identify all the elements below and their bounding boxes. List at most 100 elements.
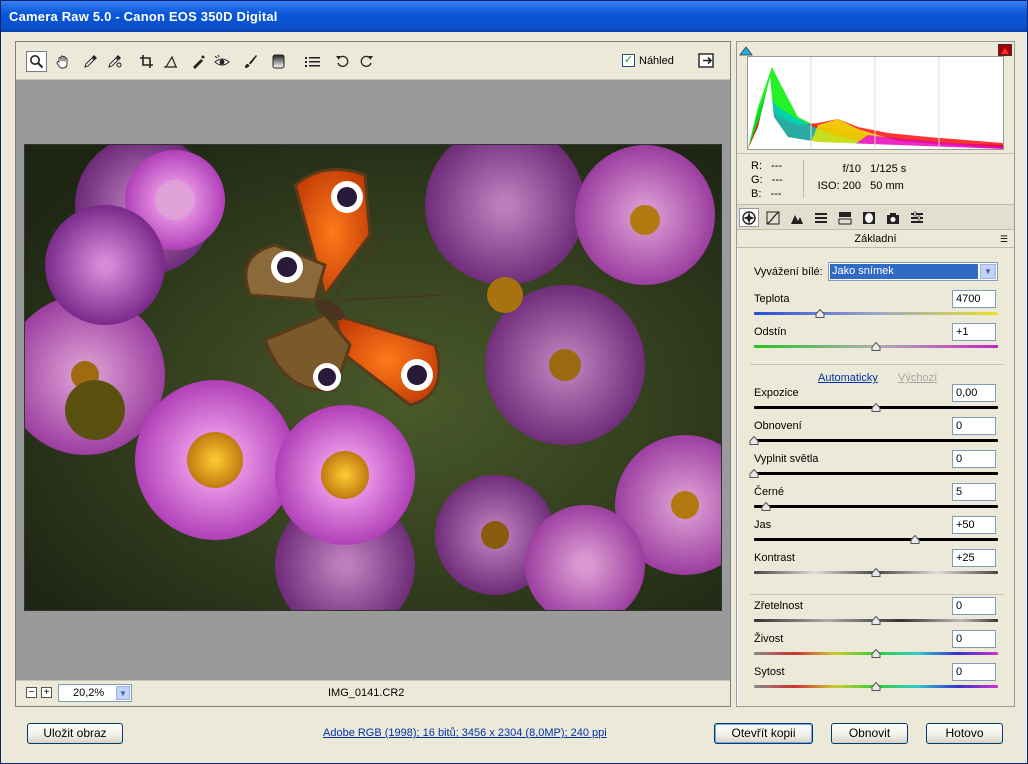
iso: ISO: 200 [817,180,861,192]
temp-label: Teplota [754,293,790,305]
zoom-level-value: 20,2% [73,687,105,699]
clarity-slider-thumb[interactable] [871,616,881,625]
tab-lens-corrections-icon[interactable] [859,208,879,227]
white-balance-value: Jako snímek [830,264,978,279]
exif-info: f/10 1/125 s ISO: 200 50 mm [817,161,907,195]
histogram-graph [747,56,1004,150]
camera-raw-window: Camera Raw 5.0 - Canon EOS 350D Digital [0,0,1028,764]
recovery-slider-thumb[interactable] [749,436,759,445]
g-readout: G: --- [751,174,783,186]
default-link: Výchozí [898,372,938,384]
save-image-button[interactable]: Uložit obraz [27,723,123,744]
tab-hsl-icon[interactable] [811,208,831,227]
zoom-out-button[interactable]: − [26,687,37,698]
window-title-bar: Camera Raw 5.0 - Canon EOS 350D Digital [1,1,1027,32]
preview-label: Náhled [639,54,674,67]
clarity-value-field[interactable]: 0 [952,597,996,615]
workflow-options-link[interactable]: Adobe RGB (1998); 16 bitů; 3456 x 2304 (… [323,727,607,739]
contrast-value-field[interactable]: +25 [952,549,996,567]
preview-toggle[interactable]: ✓ Náhled [622,54,674,67]
auto-link[interactable]: Automaticky [818,372,878,384]
crop-icon[interactable] [136,51,157,72]
brightness-label: Jas [754,519,772,531]
section-title-text: Základní [854,233,897,245]
shadow-clipping-icon[interactable] [739,44,753,56]
red-eye-icon[interactable] [212,51,233,72]
straighten-icon[interactable] [160,51,181,72]
blacks-slider[interactable] [754,505,998,508]
clarity-label: Zřetelnost [754,600,803,612]
reset-button[interactable]: Obnovit [831,723,908,744]
open-copy-button[interactable]: Otevřít kopii [714,723,813,744]
window-title: Camera Raw 5.0 - Canon EOS 350D Digital [9,9,278,24]
vibrance-label: Živost [754,633,784,645]
panel-tabs [737,204,1014,230]
vibrance-slider-thumb[interactable] [871,649,881,658]
tab-split-toning-icon[interactable] [835,208,855,227]
chevron-down-icon[interactable]: ▼ [116,686,130,700]
saturation-label: Sytost [754,666,785,678]
contrast-label: Kontrast [754,552,795,564]
zoom-icon[interactable] [26,51,47,72]
panel-menu-icon[interactable]: ☰ [1000,230,1008,248]
spot-removal-icon[interactable] [188,51,209,72]
fill-label: Vyplnit světla [754,453,819,465]
tab-basic-icon[interactable] [739,208,759,227]
tab-tone-curve-icon[interactable] [763,208,783,227]
full-screen-icon[interactable] [696,50,717,71]
saturation-slider-thumb[interactable] [871,682,881,691]
tab-detail-icon[interactable] [787,208,807,227]
adjustments-panel: R: --- G: --- B: --- f/10 1/125 s ISO: 2… [736,41,1015,707]
exposure-slider-thumb[interactable] [871,403,881,412]
blacks-label: Černé [754,486,784,498]
contrast-slider-thumb[interactable] [871,568,881,577]
exposure-value-field[interactable]: 0,00 [952,384,996,402]
rotate-left-icon[interactable] [332,51,353,72]
brightness-value-field[interactable]: +50 [952,516,996,534]
tint-label: Odstín [754,326,787,338]
blacks-value-field[interactable]: 5 [952,483,996,501]
preferences-icon[interactable] [302,51,323,72]
recovery-slider[interactable] [754,439,998,442]
chevron-down-icon[interactable]: ▼ [980,264,996,279]
tint-slider-thumb[interactable] [871,342,881,351]
fill-slider[interactable] [754,472,998,475]
recovery-label: Obnovení [754,420,802,432]
brightness-slider-thumb[interactable] [910,535,920,544]
done-button[interactable]: Hotovo [926,723,1003,744]
preview-checkbox[interactable]: ✓ [622,54,635,67]
footer-bar: Uložit obraz Adobe RGB (1998); 16 bitů; … [1,707,1027,763]
fill-value-field[interactable]: 0 [952,450,996,468]
vibrance-value-field[interactable]: 0 [952,630,996,648]
temp-slider-thumb[interactable] [815,309,825,318]
color-sampler-icon[interactable] [104,51,125,72]
hand-icon[interactable] [52,51,73,72]
butterfly-photo [25,145,721,610]
histogram [737,42,1014,154]
tint-value-field[interactable]: +1 [952,323,996,341]
rotate-right-icon[interactable] [356,51,377,72]
blacks-slider-thumb[interactable] [761,502,771,511]
tab-presets-icon[interactable] [907,208,927,227]
adjustment-brush-icon[interactable] [240,51,261,72]
graduated-filter-icon[interactable] [268,51,289,72]
aperture: f/10 [842,163,861,175]
brightness-slider[interactable] [754,538,998,541]
zoom-level-select[interactable]: 20,2% ▼ [58,684,132,702]
fill-slider-thumb[interactable] [749,469,759,478]
recovery-value-field[interactable]: 0 [952,417,996,435]
tab-camera-calibration-icon[interactable] [883,208,903,227]
white-balance-select[interactable]: Jako snímek ▼ [828,262,998,281]
saturation-value-field[interactable]: 0 [952,663,996,681]
highlight-clipping-icon[interactable] [998,44,1012,56]
exposure-label: Expozice [754,387,799,399]
basic-controls: Vyvážení bílé: Jako snímek ▼ Teplota 4700… [737,248,1014,706]
shutter-speed: 1/125 s [870,163,907,175]
zoom-in-button[interactable]: + [41,687,52,698]
temp-value-field[interactable]: 4700 [952,290,996,308]
photo-preview[interactable] [24,144,722,611]
eyedropper-icon[interactable] [80,51,101,72]
file-name: IMG_0141.CR2 [328,687,405,699]
temp-slider[interactable] [754,312,998,315]
section-title: Základní ☰ [737,230,1014,248]
